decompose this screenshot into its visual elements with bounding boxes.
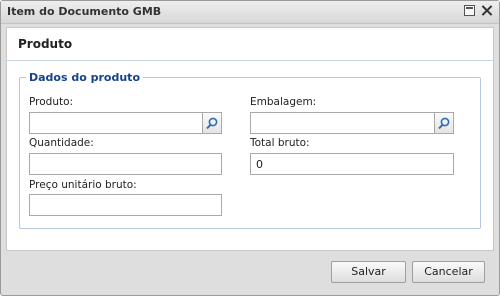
fieldset-legend: Dados do produto [29, 71, 140, 84]
save-button[interactable]: Salvar [331, 261, 406, 283]
magnifier-icon [206, 117, 218, 130]
panel-divider [7, 60, 493, 61]
close-icon[interactable] [481, 5, 492, 16]
total-bruto-label: Total bruto: [250, 137, 310, 149]
magnifier-icon [438, 117, 450, 130]
produto-lookup-button[interactable] [203, 112, 222, 134]
embalagem-lookup-button[interactable] [435, 112, 454, 134]
quantidade-input[interactable] [29, 153, 222, 175]
title-bar[interactable]: Item do Documento GMB [1, 1, 499, 24]
total-bruto-input[interactable] [250, 153, 454, 175]
produto-input[interactable] [29, 112, 203, 134]
maximize-icon[interactable] [464, 5, 475, 16]
embalagem-label: Embalagem: [250, 96, 317, 108]
embalagem-input[interactable] [250, 112, 435, 134]
cancel-button[interactable]: Cancelar [412, 261, 485, 283]
window-title: Item do Documento GMB [7, 5, 162, 18]
panel-title: Produto [18, 37, 73, 51]
quantidade-label: Quantidade: [29, 137, 94, 149]
produto-label: Produto: [29, 96, 74, 108]
form-panel: Produto Dados do produto Produto: Embala… [6, 27, 494, 251]
preco-unitario-bruto-input[interactable] [29, 194, 222, 216]
preco-unitario-bruto-label: Preço unitário bruto: [29, 179, 137, 191]
dialog-window: Item do Documento GMB Produto Dados do p… [0, 0, 500, 296]
